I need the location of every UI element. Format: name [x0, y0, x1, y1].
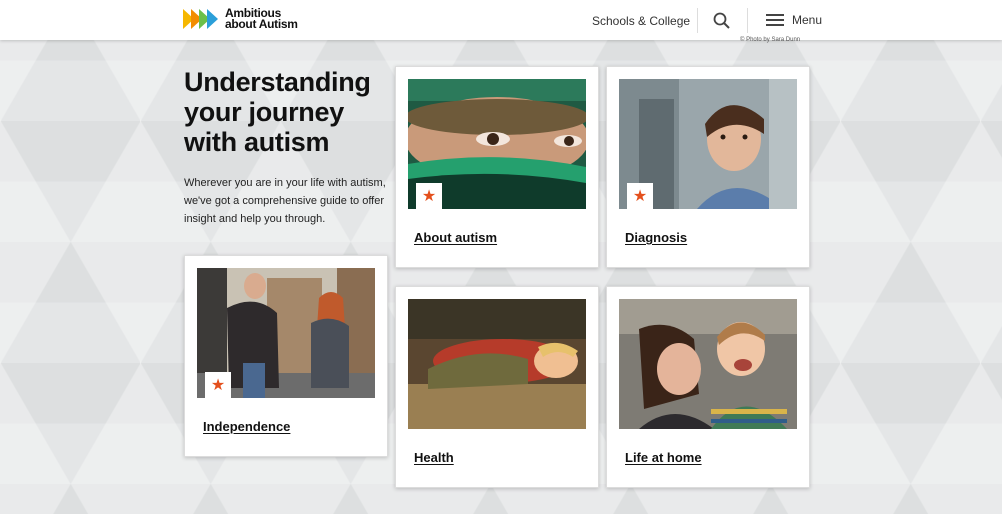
site-header: Ambitious about Autism Schools & College…	[0, 0, 1002, 40]
card-image: ★	[408, 79, 586, 209]
card-title: Health	[414, 450, 454, 465]
card-title: Independence	[203, 419, 291, 434]
search-button[interactable]	[712, 11, 732, 31]
hamburger-icon	[766, 13, 784, 27]
card-diagnosis[interactable]: ★ Diagnosis	[606, 66, 810, 268]
card-independence[interactable]: ★ Independence	[184, 255, 388, 457]
nav-divider	[747, 8, 748, 33]
page-title: Understanding your journey with autism	[184, 67, 371, 157]
card-image: ★	[197, 268, 375, 398]
card-title: Life at home	[625, 450, 702, 465]
star-icon: ★	[416, 183, 442, 209]
star-icon: ★	[205, 372, 231, 398]
nav-schools-college[interactable]: Schools & College	[592, 14, 690, 28]
nav-divider	[697, 8, 698, 33]
sleeping-child-photo	[408, 299, 586, 429]
logo-text: Ambitious about Autism	[225, 7, 298, 31]
card-image	[619, 299, 797, 429]
menu-button[interactable]: Menu	[766, 11, 822, 29]
logo-line-2: about Autism	[225, 17, 298, 31]
mother-and-son-photo	[619, 299, 797, 429]
card-health[interactable]: Health	[395, 286, 599, 488]
intro-text: Wherever you are in your life with autis…	[184, 177, 386, 225]
site-logo[interactable]: Ambitious about Autism	[183, 7, 298, 31]
card-about-autism[interactable]: ★ About autism	[395, 66, 599, 268]
menu-label: Menu	[792, 13, 823, 27]
star-icon: ★	[627, 183, 653, 209]
card-image	[408, 299, 586, 429]
card-life-at-home[interactable]: Life at home	[606, 286, 810, 488]
photo-credit: © Photo by Sara Dunn	[740, 37, 801, 43]
card-image: ★	[619, 79, 797, 209]
search-icon	[713, 12, 730, 29]
intro-section: Understanding your journey with autism W…	[184, 67, 394, 228]
card-title: About autism	[414, 230, 498, 245]
logo-arrows-icon	[183, 9, 218, 29]
card-title: Diagnosis	[625, 230, 688, 245]
